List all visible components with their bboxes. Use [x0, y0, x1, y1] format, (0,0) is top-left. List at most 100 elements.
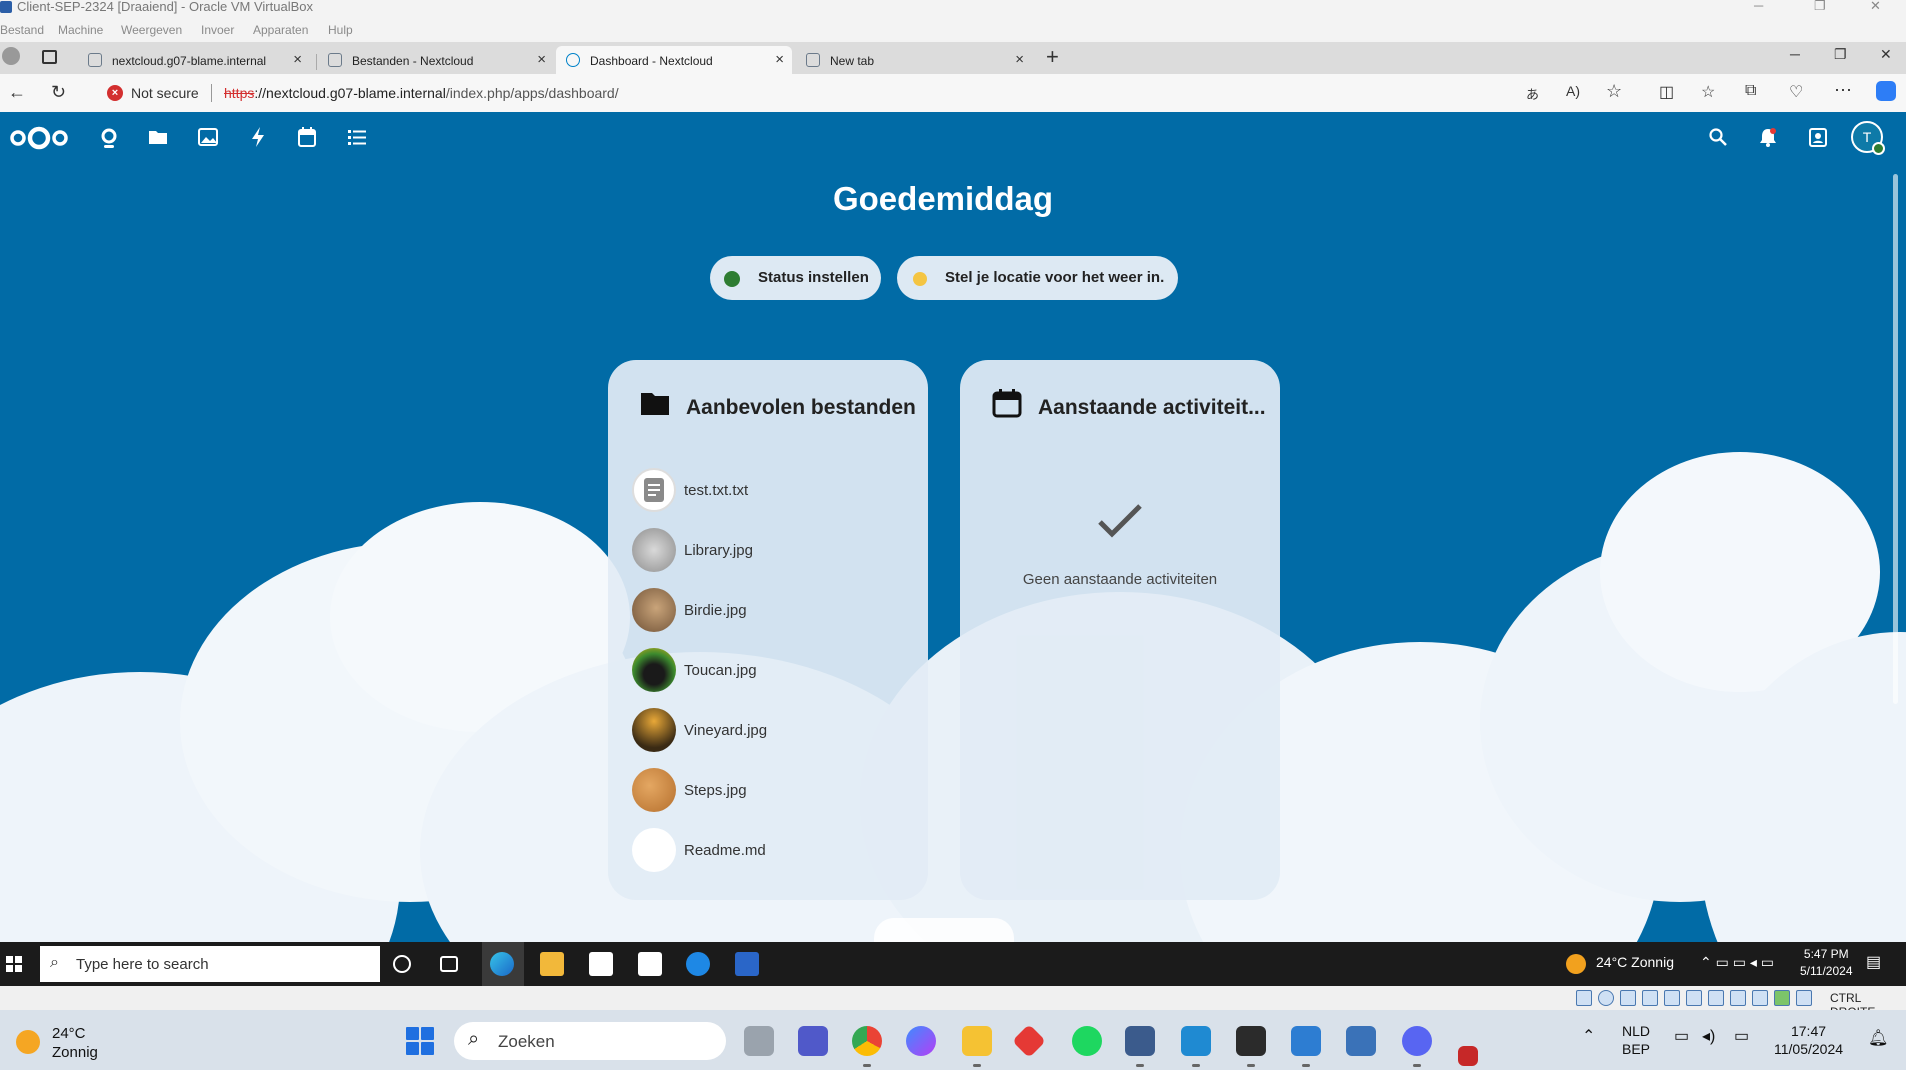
volume-icon[interactable]: ◂): [1702, 1028, 1715, 1046]
task-view-icon[interactable]: [440, 956, 458, 972]
notifications-bell-icon[interactable]: [1757, 126, 1779, 148]
cortana-icon[interactable]: [393, 955, 411, 973]
url-field[interactable]: https://nextcloud.g07-blame.internal/ind…: [224, 85, 619, 101]
powershell-icon[interactable]: [735, 952, 759, 976]
search-icon[interactable]: [1707, 126, 1729, 148]
refresh-icon[interactable]: ↻: [51, 82, 66, 103]
vbox-audio-icon[interactable]: [1620, 990, 1636, 1006]
guest-weather[interactable]: 24°C Zonnig: [1596, 954, 1674, 970]
translate-icon[interactable]: あ: [1526, 84, 1539, 103]
task-view-icon[interactable]: [744, 1026, 774, 1056]
host-clock[interactable]: 17:47 11/05/2024: [1774, 1022, 1843, 1058]
nextcloud-logo[interactable]: [8, 126, 70, 150]
vbox-disk-icon[interactable]: [1576, 990, 1592, 1006]
restore-icon[interactable]: ❐: [1814, 0, 1826, 14]
vbox-shared-folders-icon[interactable]: [1686, 990, 1702, 1006]
browser-essentials-icon[interactable]: ♡: [1789, 82, 1803, 102]
notification-bell-icon[interactable]: 🔔︎: [1868, 1030, 1888, 1048]
terminal-icon[interactable]: [1236, 1026, 1266, 1056]
store-icon[interactable]: [589, 952, 613, 976]
language-indicator[interactable]: NLD BEP: [1622, 1022, 1650, 1058]
tab-bestanden[interactable]: Bestanden - Nextcloud ×: [318, 46, 554, 74]
menu-bestand[interactable]: Bestand: [0, 23, 44, 37]
windows-start-icon[interactable]: [406, 1027, 434, 1055]
vbox-usb-icon[interactable]: [1664, 990, 1680, 1006]
show-hidden-icons[interactable]: ⌃ ▭ ▭ ◂ ▭: [1700, 954, 1774, 971]
close-tab-icon[interactable]: ×: [1015, 51, 1024, 68]
spotify-icon[interactable]: [1072, 1026, 1102, 1056]
notepad-icon[interactable]: [1291, 1026, 1321, 1056]
weather-location-button[interactable]: Stel je locatie voor het weer in.: [897, 256, 1178, 300]
menu-machine[interactable]: Machine: [58, 23, 103, 37]
file-item[interactable]: Vineyard.jpg: [632, 708, 912, 754]
split-screen-icon[interactable]: ◫: [1659, 82, 1674, 102]
menu-weergeven[interactable]: Weergeven: [121, 23, 182, 37]
network-app-icon[interactable]: [1346, 1026, 1376, 1056]
contacts-icon[interactable]: [1807, 126, 1829, 148]
app-red-diamond-icon[interactable]: [1012, 1024, 1046, 1058]
windows-start-icon[interactable]: [6, 956, 22, 972]
file-item[interactable]: test.txt.txt: [632, 468, 912, 514]
menu-apparaten[interactable]: Apparaten: [253, 23, 308, 37]
tab-nextcloud-login[interactable]: nextcloud.g07-blame.internal ×: [78, 46, 310, 74]
snipping-tool-icon[interactable]: [1458, 1046, 1478, 1066]
file-item[interactable]: Library.jpg: [632, 528, 912, 574]
collections-icon[interactable]: ⧉: [1745, 82, 1756, 100]
chrome-icon[interactable]: [852, 1026, 882, 1056]
customize-button[interactable]: [874, 918, 1014, 942]
copilot-icon[interactable]: [1876, 81, 1896, 101]
not-secure-icon[interactable]: ×: [107, 85, 123, 101]
messenger-icon[interactable]: [906, 1026, 936, 1056]
favorites-icon[interactable]: ☆: [1701, 82, 1715, 102]
widget-title[interactable]: Aanstaande activiteit...: [1038, 396, 1266, 420]
minimize-icon[interactable]: ─: [1754, 0, 1763, 13]
menu-invoer[interactable]: Invoer: [201, 23, 234, 37]
vbox-optical-icon[interactable]: [1598, 990, 1614, 1006]
network-app-icon[interactable]: [686, 952, 710, 976]
file-item[interactable]: Readme.md: [632, 828, 912, 874]
favorite-star-icon[interactable]: ☆: [1606, 81, 1622, 102]
guest-clock[interactable]: 5:47 PM 5/11/2024: [1800, 946, 1853, 980]
status-button[interactable]: Status instellen: [710, 256, 881, 300]
close-tab-icon[interactable]: ×: [293, 51, 302, 68]
vscode-icon[interactable]: [1181, 1026, 1211, 1056]
photos-icon[interactable]: [197, 126, 219, 148]
close-icon[interactable]: ✕: [1870, 0, 1881, 14]
file-item[interactable]: Birdie.jpg: [632, 588, 912, 634]
tab-actions-icon[interactable]: [42, 50, 57, 64]
close-tab-icon[interactable]: ×: [537, 51, 546, 68]
vbox-keyboard-icon[interactable]: [1796, 990, 1812, 1006]
vbox-display-icon[interactable]: [1708, 990, 1724, 1006]
discord-icon[interactable]: [1402, 1026, 1432, 1056]
widget-title[interactable]: Aanbevolen bestanden: [686, 396, 916, 420]
user-avatar[interactable]: T: [1851, 121, 1885, 155]
read-aloud-icon[interactable]: A): [1566, 83, 1580, 99]
minimize-icon[interactable]: ─: [1790, 46, 1800, 62]
close-window-icon[interactable]: ✕: [1880, 46, 1892, 63]
activity-icon[interactable]: [247, 126, 269, 148]
show-hidden-icons[interactable]: ⌃: [1582, 1028, 1595, 1046]
vbox-cpu-icon[interactable]: [1752, 990, 1768, 1006]
mail-icon[interactable]: [638, 952, 662, 976]
tasks-icon[interactable]: [346, 126, 368, 148]
file-explorer-icon[interactable]: [962, 1026, 992, 1056]
edge-icon[interactable]: [490, 952, 514, 976]
tab-new[interactable]: New tab ×: [796, 46, 1032, 74]
close-tab-icon[interactable]: ×: [775, 51, 784, 68]
file-explorer-icon[interactable]: [540, 952, 564, 976]
menu-hulp[interactable]: Hulp: [328, 23, 353, 37]
guest-search-box[interactable]: ⌕ Type here to search: [40, 946, 380, 982]
vbox-network-icon[interactable]: [1642, 990, 1658, 1006]
network-icon[interactable]: ▭: [1674, 1028, 1689, 1046]
back-icon[interactable]: ←: [8, 82, 26, 103]
tab-dashboard[interactable]: Dashboard - Nextcloud ×: [556, 46, 792, 74]
vbox-mouse-integration-icon[interactable]: [1774, 990, 1790, 1006]
notification-center-icon[interactable]: ▤: [1866, 952, 1881, 972]
files-icon[interactable]: [147, 126, 169, 148]
dashboard-icon[interactable]: [98, 126, 120, 148]
file-item[interactable]: Toucan.jpg: [632, 648, 912, 694]
battery-icon[interactable]: ▭: [1734, 1028, 1749, 1046]
not-secure-label[interactable]: Not secure: [131, 85, 199, 101]
more-menu-icon[interactable]: ⋯: [1834, 80, 1852, 101]
maximize-icon[interactable]: ❐: [1834, 46, 1847, 63]
